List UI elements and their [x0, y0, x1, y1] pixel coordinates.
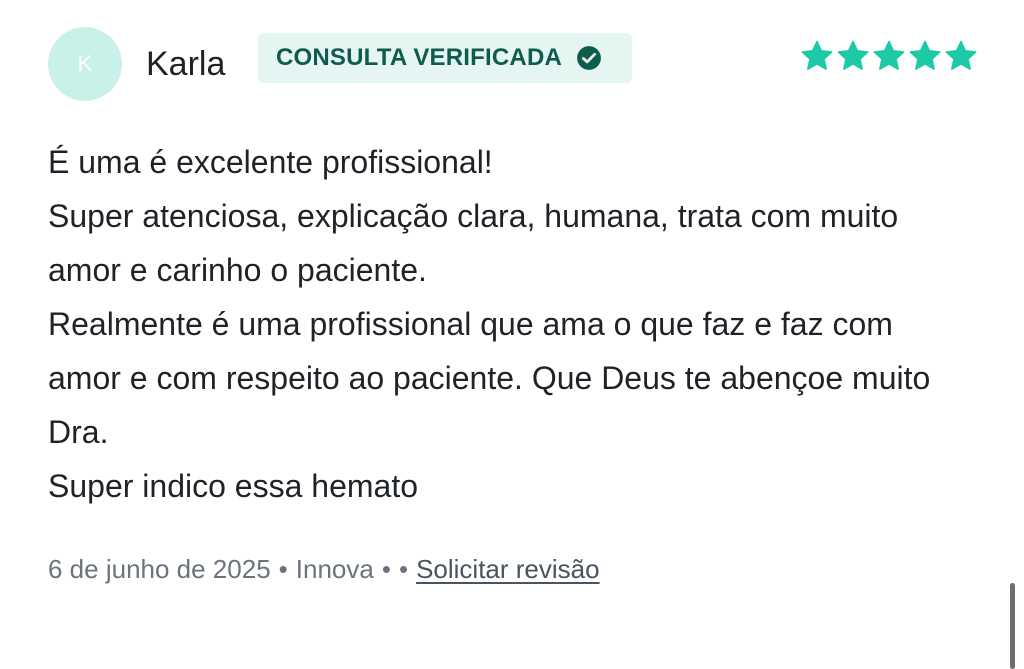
- star-icon: [945, 40, 977, 70]
- verified-badge-label: CONSULTA VERIFICADA: [276, 44, 563, 71]
- separator: •: [278, 554, 288, 584]
- reviewer-name: Karla: [146, 45, 226, 83]
- review-card: K Karla CONSULTA VERIFICADA É uma é exce…: [0, 0, 1024, 669]
- star-icon: [909, 40, 941, 70]
- verified-badge: CONSULTA VERIFICADA: [258, 33, 633, 83]
- star-icon: [873, 40, 905, 70]
- separator: •: [381, 554, 391, 584]
- star-icon: [837, 40, 869, 70]
- star-icon: [801, 40, 833, 70]
- review-header: K Karla CONSULTA VERIFICADA: [48, 27, 978, 101]
- review-paragraph: Super indico essa hemato: [48, 468, 418, 504]
- review-text: É uma é excelente profissional! Super at…: [48, 135, 968, 513]
- review-location: Innova: [295, 554, 374, 584]
- review-paragraph: É uma é excelente profissional!: [48, 144, 493, 180]
- avatar-initial: K: [77, 51, 93, 76]
- separator: •: [398, 554, 409, 584]
- star-rating: [800, 39, 978, 73]
- review-date: 6 de junho de 2025: [48, 554, 271, 584]
- request-review-link[interactable]: Solicitar revisão: [416, 554, 600, 585]
- review-footer: 6 de junho de 2025 • Innova • • Solicita…: [48, 554, 600, 585]
- review-paragraph: Realmente é uma profissional que ama o q…: [48, 306, 931, 450]
- review-paragraph: Super atenciosa, explicação clara, human…: [48, 198, 899, 288]
- scrollbar[interactable]: [1010, 583, 1015, 669]
- check-circle-icon: [577, 46, 601, 70]
- avatar: K: [48, 27, 122, 101]
